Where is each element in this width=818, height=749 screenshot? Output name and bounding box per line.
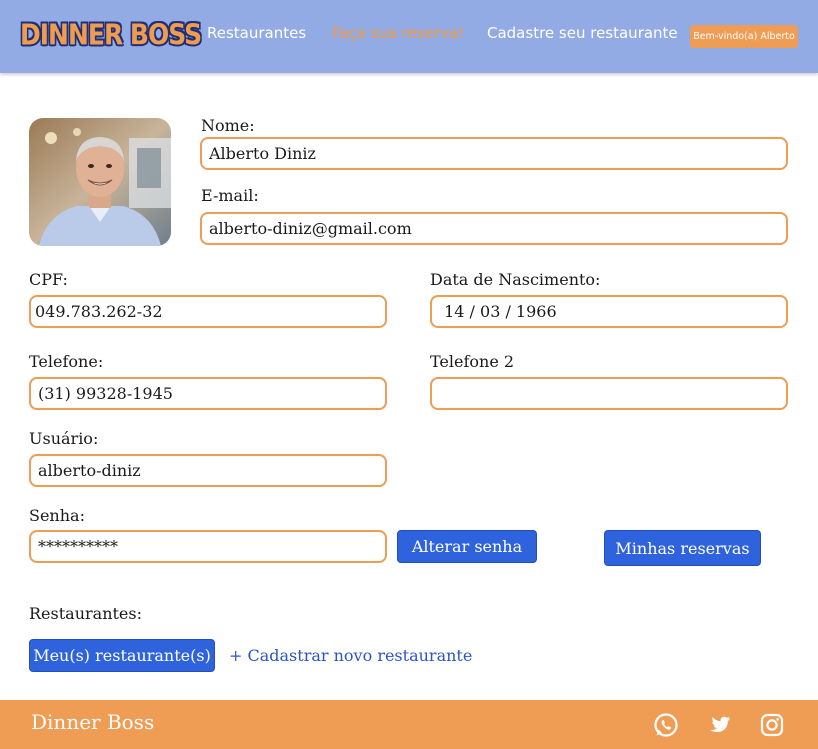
data-nascimento-input[interactable] (430, 295, 788, 328)
email-input[interactable] (200, 212, 788, 245)
usuario-label: Usuário: (29, 429, 99, 448)
twitter-icon[interactable] (706, 712, 732, 738)
instagram-icon[interactable] (759, 712, 785, 738)
nome-input[interactable] (200, 137, 788, 170)
nav-cadastre-restaurante[interactable]: Cadastre seu restaurante (487, 24, 678, 42)
telefone-input[interactable] (29, 377, 387, 410)
nav-faca-sua-reserva[interactable]: Faça sua reserva! (332, 24, 464, 42)
user-photo-icon (29, 118, 171, 246)
email-label: E-mail: (201, 186, 259, 205)
telefone2-label: Telefone 2 (430, 352, 515, 371)
telefone2-input[interactable] (430, 377, 788, 410)
restaurantes-label: Restaurantes: (29, 604, 142, 623)
usuario-input[interactable] (29, 454, 387, 487)
minhas-reservas-button[interactable]: Minhas reservas (604, 530, 761, 566)
alterar-senha-button[interactable]: Alterar senha (397, 530, 537, 563)
nav-restaurantes[interactable]: Restaurantes (207, 24, 306, 42)
cadastrar-restaurante-link[interactable]: + Cadastrar novo restaurante (229, 646, 472, 665)
logo[interactable]: DINNER BOSS (20, 18, 202, 51)
footer-brand: Dinner Boss (31, 710, 155, 734)
cpf-input[interactable] (29, 295, 387, 328)
whatsapp-icon[interactable] (653, 712, 679, 738)
senha-label: Senha: (29, 506, 85, 525)
meus-restaurantes-button[interactable]: Meu(s) restaurante(s) (29, 639, 215, 672)
welcome-user-button[interactable]: Bem-vindo(a) Alberto (690, 25, 798, 48)
data-nascimento-label: Data de Nascimento: (430, 270, 601, 289)
nome-label: Nome: (201, 116, 255, 135)
telefone-label: Telefone: (29, 352, 104, 371)
top-navbar: DINNER BOSS Restaurantes Faça sua reserv… (0, 0, 818, 73)
profile-photo (29, 118, 171, 246)
cpf-label: CPF: (29, 270, 68, 289)
footer: Dinner Boss (0, 700, 818, 749)
senha-input[interactable] (29, 530, 387, 563)
